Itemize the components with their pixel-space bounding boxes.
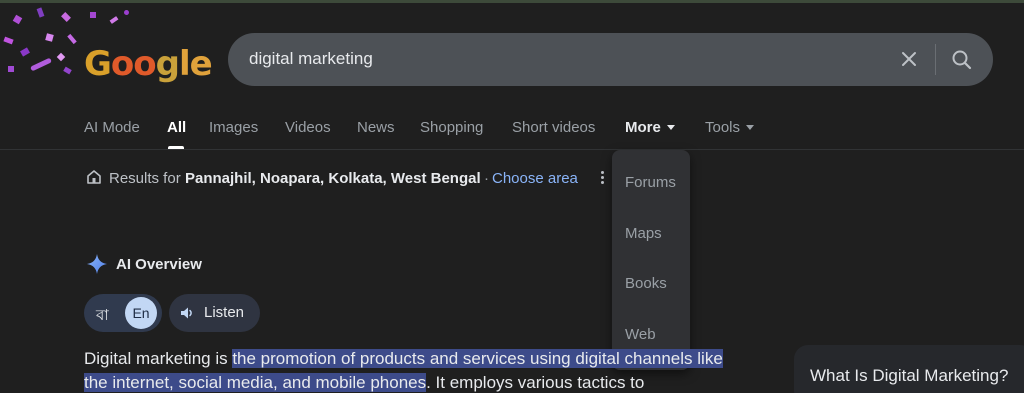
menu-item-web[interactable]: Web bbox=[625, 326, 656, 343]
search-icon[interactable] bbox=[948, 46, 976, 74]
close-icon[interactable] bbox=[896, 46, 922, 72]
menu-item-maps[interactable]: Maps bbox=[625, 225, 662, 242]
tab-short-videos[interactable]: Short videos bbox=[512, 119, 595, 136]
sparkle-icon bbox=[87, 254, 107, 274]
search-divider bbox=[935, 44, 936, 75]
menu-item-forums[interactable]: Forums bbox=[625, 174, 676, 191]
overview-text-end: . It employs various tactics to bbox=[426, 373, 645, 392]
more-options-icon[interactable] bbox=[598, 170, 606, 186]
tab-more[interactable]: More bbox=[625, 119, 675, 136]
tab-all[interactable]: All bbox=[167, 119, 186, 136]
ai-overview-text: Digital marketing is the promotion of pr… bbox=[84, 347, 744, 393]
tab-shopping[interactable]: Shopping bbox=[420, 119, 483, 136]
speaker-icon bbox=[181, 307, 192, 319]
location-name: Pannajhil, Noapara, Kolkata, West Bengal bbox=[185, 170, 481, 187]
tab-images[interactable]: Images bbox=[209, 119, 258, 136]
chevron-down-icon bbox=[666, 124, 675, 130]
tab-ai-mode[interactable]: AI Mode bbox=[84, 119, 140, 136]
listen-button[interactable]: Listen bbox=[169, 294, 260, 332]
language-english-option[interactable]: En bbox=[125, 297, 157, 329]
tab-more-label: More bbox=[625, 119, 661, 136]
tab-tools-label: Tools bbox=[705, 119, 741, 136]
location-prefix: Results for bbox=[109, 170, 181, 187]
location-separator: · bbox=[484, 170, 489, 187]
chevron-down-icon bbox=[746, 124, 755, 130]
related-question-card[interactable]: What Is Digital Marketing? bbox=[794, 345, 1024, 393]
overview-text-start: Digital marketing is bbox=[84, 349, 233, 368]
listen-label: Listen bbox=[204, 304, 245, 321]
search-input[interactable]: digital marketing bbox=[249, 49, 373, 69]
tabs-divider bbox=[0, 149, 1024, 150]
ai-overview-title: AI Overview bbox=[116, 256, 202, 273]
language-toggle[interactable]: বা En bbox=[84, 294, 162, 332]
tab-videos[interactable]: Videos bbox=[285, 119, 331, 136]
home-icon bbox=[87, 170, 101, 184]
choose-area-link[interactable]: Choose area bbox=[492, 170, 578, 187]
related-question-title: What Is Digital Marketing? bbox=[810, 366, 1009, 385]
more-dropdown-menu: Forums Maps Books Web bbox=[612, 150, 690, 370]
google-doodle-logo[interactable]: Google bbox=[0, 4, 213, 84]
menu-item-books[interactable]: Books bbox=[625, 275, 667, 292]
top-border bbox=[0, 0, 1024, 3]
language-bengali-option[interactable]: বা bbox=[96, 304, 109, 329]
logo-wordmark: Google bbox=[84, 44, 213, 84]
tab-tools[interactable]: Tools bbox=[705, 119, 755, 136]
search-tabs: AI Mode All Images Videos News Shopping … bbox=[0, 110, 1024, 150]
search-box[interactable]: digital marketing bbox=[228, 33, 993, 86]
tab-news[interactable]: News bbox=[357, 119, 395, 136]
